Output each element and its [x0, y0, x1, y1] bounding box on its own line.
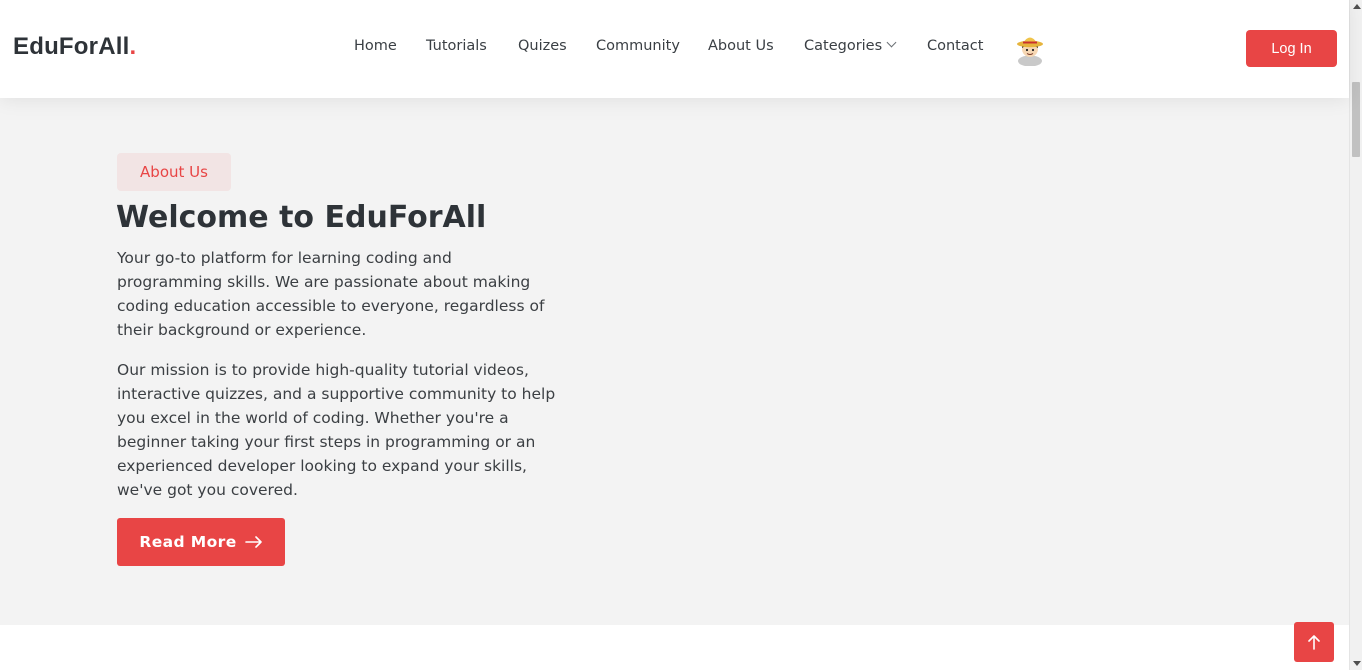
site-header: EduForAll. Home Tutorials Quizes Communi… — [0, 0, 1349, 98]
user-avatar-icon[interactable] — [1015, 32, 1045, 67]
read-more-label: Read More — [139, 533, 237, 551]
scroll-down-arrow-icon[interactable] — [1353, 661, 1361, 666]
about-paragraph-1: Your go-to platform for learning coding … — [117, 249, 545, 339]
nav-item-tutorials[interactable]: Tutorials — [426, 38, 487, 54]
nav-item-categories-label: Categories — [804, 38, 883, 54]
nav-item-quizes[interactable]: Quizes — [518, 38, 567, 54]
browser-viewport: EduForAll. Home Tutorials Quizes Communi… — [0, 0, 1362, 670]
nav-item-home[interactable]: Home — [354, 38, 397, 54]
arrow-right-icon — [244, 536, 262, 548]
page: EduForAll. Home Tutorials Quizes Communi… — [0, 0, 1349, 670]
scrollbar-thumb[interactable] — [1352, 82, 1360, 157]
section-badge: About Us — [117, 153, 231, 191]
scroll-up-arrow-icon[interactable] — [1353, 4, 1361, 9]
nav-item-community[interactable]: Community — [596, 38, 680, 54]
arrow-up-icon — [1308, 635, 1320, 650]
nav-item-categories[interactable]: Categories — [804, 37, 897, 54]
brand-dot: . — [129, 33, 137, 60]
about-title: Welcome to EduForAll — [116, 200, 487, 235]
vertical-scrollbar[interactable] — [1349, 0, 1362, 670]
read-more-button[interactable]: Read More — [117, 518, 285, 566]
brand-logo[interactable]: EduForAll. — [13, 33, 136, 61]
about-section: About Us Welcome to EduForAll Your go-to… — [0, 98, 1349, 625]
brand-name: EduForAll — [13, 33, 130, 60]
chevron-down-icon — [886, 37, 897, 48]
login-button[interactable]: Log In — [1246, 30, 1337, 67]
nav-item-about-us[interactable]: About Us — [708, 38, 774, 54]
nav-item-contact[interactable]: Contact — [927, 38, 983, 54]
scroll-to-top-button[interactable] — [1294, 622, 1334, 662]
about-paragraph-2: Our mission is to provide high-quality t… — [117, 361, 556, 499]
